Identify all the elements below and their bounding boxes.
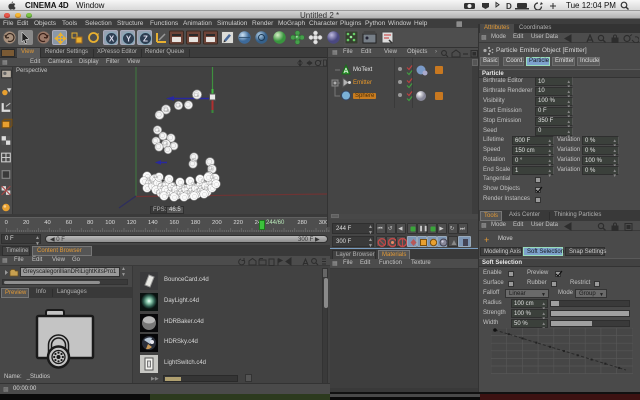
svg-text:A: A <box>344 68 349 75</box>
svg-text:D: D <box>506 2 512 10</box>
svg-text:Y: Y <box>126 35 132 44</box>
svg-text:Z: Z <box>143 35 148 44</box>
svg-text:X: X <box>109 35 115 44</box>
